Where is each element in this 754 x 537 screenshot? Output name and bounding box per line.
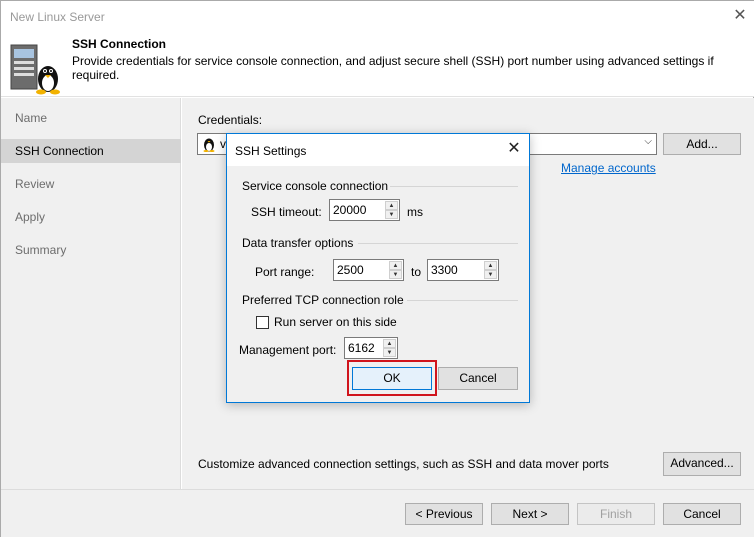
add-credentials-button[interactable]: Add... (663, 133, 741, 155)
ssh-settings-dialog: SSH Settings ✕ Service console connectio… (226, 133, 530, 403)
dialog-title: SSH Settings (235, 144, 307, 158)
sidebar-item-ssh-connection[interactable]: SSH Connection (1, 139, 181, 163)
advanced-settings-description: Customize advanced connection settings, … (198, 457, 609, 471)
data-transfer-group-label: Data transfer options (242, 236, 354, 250)
arrow-down-icon[interactable]: ▼ (484, 270, 497, 279)
arrow-up-icon[interactable]: ▲ (385, 201, 398, 210)
ok-button[interactable]: OK (352, 367, 432, 390)
next-button[interactable]: Next > (491, 503, 569, 525)
cancel-button[interactable]: Cancel (663, 503, 741, 525)
sidebar-item-review[interactable]: Review (1, 172, 181, 196)
group-divider (358, 243, 518, 244)
dialog-cancel-button[interactable]: Cancel (438, 367, 518, 390)
sidebar-item-name[interactable]: Name (1, 106, 181, 130)
stepper-arrows[interactable]: ▲ ▼ (484, 261, 497, 279)
port-range-to-label: to (411, 265, 422, 279)
linux-server-icon (10, 44, 60, 95)
dialog-close-icon[interactable]: ✕ (503, 138, 525, 160)
port-range-label: Port range: (255, 265, 315, 279)
wizard-header: SSH Connection Provide credentials for s… (1, 33, 754, 97)
management-port-label: Management port: (239, 343, 337, 357)
arrow-up-icon[interactable]: ▲ (389, 261, 402, 270)
group-divider (390, 186, 518, 187)
ssh-timeout-stepper[interactable]: 20000 ▲ ▼ (329, 199, 400, 221)
arrow-up-icon[interactable]: ▲ (484, 261, 497, 270)
ssh-timeout-value: 20000 (333, 203, 367, 217)
tcp-role-group-label: Preferred TCP connection role (242, 293, 404, 307)
sidebar-item-summary[interactable]: Summary (1, 238, 181, 262)
title-bar: New Linux Server ✕ (1, 1, 754, 33)
arrow-down-icon[interactable]: ▼ (389, 270, 402, 279)
credentials-label: Credentials: (198, 113, 263, 127)
window-close-icon[interactable]: ✕ (729, 5, 751, 27)
dialog-title-bar: SSH Settings ✕ (227, 134, 529, 166)
page-title: SSH Connection (72, 37, 167, 51)
management-port-value: 6162 (348, 341, 375, 355)
arrow-up-icon[interactable]: ▲ (383, 339, 396, 348)
chevron-down-icon[interactable]: ⌵ (644, 136, 652, 147)
port-range-to-value: 3300 (431, 263, 458, 277)
group-divider (407, 300, 518, 301)
sidebar-item-apply[interactable]: Apply (1, 205, 181, 229)
window-title: New Linux Server (10, 10, 105, 24)
previous-button[interactable]: < Previous (405, 503, 483, 525)
manage-accounts-link[interactable]: Manage accounts (561, 161, 656, 175)
wizard-footer: < Previous Next > Finish Cancel (1, 489, 754, 537)
advanced-button[interactable]: Advanced... (663, 452, 741, 476)
page-description: Provide credentials for service console … (72, 54, 714, 82)
run-server-label[interactable]: Run server on this side (274, 315, 397, 329)
wizard-steps-sidebar: Name SSH Connection Review Apply Summary (1, 98, 181, 489)
stepper-arrows[interactable]: ▲ ▼ (389, 261, 402, 279)
run-server-checkbox[interactable] (256, 316, 269, 329)
finish-button: Finish (577, 503, 655, 525)
arrow-down-icon[interactable]: ▼ (385, 210, 398, 219)
port-range-to-stepper[interactable]: 3300 ▲ ▼ (427, 259, 499, 281)
ssh-timeout-unit: ms (407, 205, 423, 219)
stepper-arrows[interactable]: ▲ ▼ (383, 339, 396, 357)
service-console-group-label: Service console connection (242, 179, 389, 193)
port-range-from-value: 2500 (337, 263, 364, 277)
linux-penguin-icon (203, 138, 215, 152)
stepper-arrows[interactable]: ▲ ▼ (385, 201, 398, 219)
port-range-from-stepper[interactable]: 2500 ▲ ▼ (333, 259, 404, 281)
new-linux-server-window: New Linux Server ✕ SSH Connection Provid… (0, 0, 754, 537)
management-port-stepper[interactable]: 6162 ▲ ▼ (344, 337, 398, 359)
arrow-down-icon[interactable]: ▼ (383, 348, 396, 357)
ssh-timeout-label: SSH timeout: (251, 205, 322, 219)
